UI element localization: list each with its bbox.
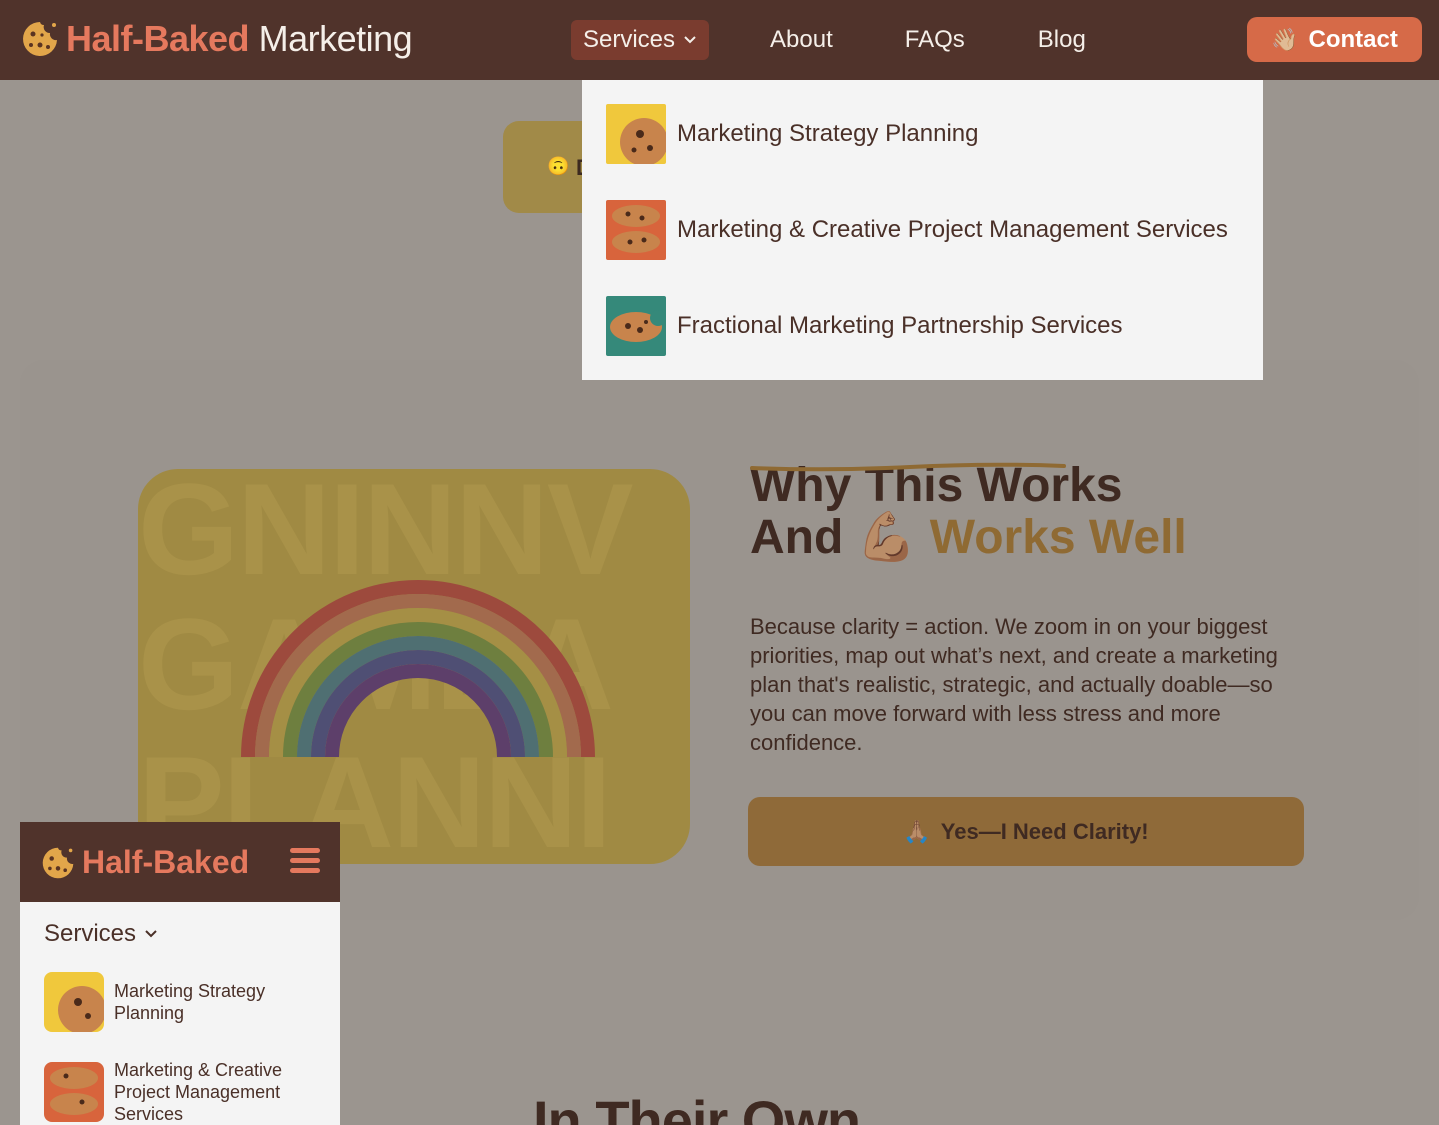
dropdown-item-fractional[interactable]: Fractional Marketing Partnership Service… [606, 296, 1123, 356]
mobile-services-label: Services [44, 920, 137, 947]
cookie-image [606, 104, 666, 164]
dropdown-item-label: Marketing Strategy Planning [677, 120, 979, 147]
two-cookies-image [606, 200, 666, 260]
nav-faqs[interactable]: FAQs [905, 26, 965, 54]
rainbow-planning-image: GNINNV GAMEA PLANNI [138, 469, 690, 864]
main-menu: Services About FAQs Blog [571, 20, 1086, 60]
top-navigation: Half-Baked Marketing Services About FAQs… [0, 0, 1439, 80]
nav-about[interactable]: About [770, 26, 833, 54]
services-dropdown: Marketing Strategy Planning Marketing & … [582, 80, 1263, 380]
logo-text: Half-Baked Marketing [66, 18, 413, 60]
dropdown-item-label: Fractional Marketing Partnership Service… [677, 312, 1123, 339]
why-body-text: Because clarity = action. We zoom in on … [750, 614, 1278, 755]
mobile-header: Half-Baked [20, 822, 340, 902]
cookie-logo-icon [23, 22, 58, 56]
why-heading-prefix: And [750, 511, 844, 564]
cookie-logo-icon [42, 847, 74, 878]
logo-marketing: Marketing [258, 18, 413, 59]
hamburger-menu-icon[interactable] [290, 848, 320, 876]
why-heading: Why This Works And 💪🏽 Works Well [750, 460, 1187, 564]
cookie-image [44, 972, 104, 1032]
mobile-menu-panel: Half-Baked Services Marketing Strategy P… [20, 822, 340, 1125]
waving-hand-icon: 👋🏼 [1271, 26, 1299, 52]
mobile-item-label: Marketing & Creative Project Management … [114, 1060, 283, 1124]
mobile-logo-text: Half-Baked [82, 844, 250, 880]
why-heading-highlight: Works Well [929, 511, 1187, 564]
two-cookies-image [44, 1062, 104, 1122]
contact-button[interactable]: 👋🏼 Contact [1247, 17, 1422, 62]
bitten-cookie-image [606, 296, 666, 356]
nav-services-label: Services [583, 26, 676, 53]
flexed-bicep-icon: 💪🏽 [856, 511, 917, 564]
mobile-services-toggle[interactable]: Services [44, 920, 158, 948]
squiggle-underline [750, 462, 1066, 472]
mobile-item-label: Marketing Strategy Planning [114, 981, 266, 1023]
need-clarity-button[interactable]: 🙏🏽 Yes—I Need Clarity! [748, 797, 1304, 866]
dropdown-item-project-management[interactable]: Marketing & Creative Project Management … [606, 200, 1228, 260]
dropdown-item-label: Marketing & Creative Project Management … [677, 216, 1228, 243]
logo-half-baked: Half-Baked [66, 18, 250, 59]
dropdown-item-strategy[interactable]: Marketing Strategy Planning [606, 104, 979, 164]
praying-hands-icon: 🙏🏽 [903, 818, 931, 844]
nav-services[interactable]: Services [571, 20, 710, 60]
mobile-logo[interactable]: Half-Baked [40, 844, 249, 881]
chevron-down-icon [145, 930, 157, 938]
contact-label: Contact [1308, 25, 1398, 53]
mobile-item-strategy[interactable]: Marketing Strategy Planning [44, 972, 294, 1032]
site-logo[interactable]: Half-Baked Marketing [20, 18, 413, 60]
emoji-icon: 🙃 [547, 156, 570, 176]
mobile-item-project-management[interactable]: Marketing & Creative Project Management … [44, 1060, 294, 1125]
testimonials-heading: In Their Own [533, 1089, 861, 1125]
chevron-down-icon [684, 36, 696, 44]
rainbow-icon [241, 580, 595, 758]
need-clarity-label: Yes—I Need Clarity! [940, 818, 1149, 844]
nav-blog[interactable]: Blog [1038, 26, 1086, 54]
